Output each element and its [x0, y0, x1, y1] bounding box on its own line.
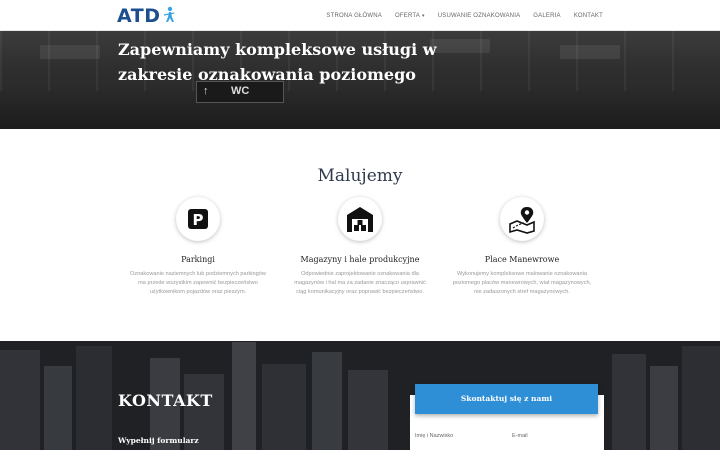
- nav-item-offer[interactable]: OFERTA ▾: [395, 13, 425, 19]
- email-field-label: E-mail: [512, 433, 528, 439]
- contact-heading: KONTAKT: [118, 391, 213, 410]
- nav-item-label: OFERTA: [395, 12, 420, 19]
- hero-ceiling-light: [430, 39, 490, 53]
- parking-icon: P: [176, 197, 220, 241]
- logo-text: ATD: [117, 5, 161, 27]
- nav-item-label: STRONA GŁÓWNA: [326, 12, 383, 19]
- hero-headline: Zapewniamy kompleksowe usługi w zakresie…: [118, 40, 437, 84]
- service-item-warehouses: Magazyny i hale produkcyjne Odpowiednie …: [290, 197, 430, 297]
- logo[interactable]: ATD: [117, 6, 176, 26]
- service-title: Place Manewrowe: [484, 255, 560, 264]
- hero-floor: [0, 91, 720, 129]
- service-item-parking: P Parkingi Oznakowanie naziemnych lub po…: [128, 197, 268, 297]
- service-title: Magazyny i hale produkcyjne: [300, 255, 420, 264]
- service-description: Odpowiednie zaprojektowanie oznakowania …: [294, 271, 426, 295]
- nav-item-label: GALERIA: [533, 12, 561, 19]
- contact-subheading: Wypełnij formularz: [118, 436, 199, 445]
- contact-us-button[interactable]: Skontaktuj się z nami: [415, 384, 598, 414]
- service-item-maneuver-yards: Place Manewrowe Wykonujemy kompleksowe m…: [452, 197, 592, 297]
- services-heading: Malujemy: [317, 166, 403, 186]
- nav-item-contact[interactable]: KONTAKT: [574, 13, 603, 19]
- nav-item-label: USUWANIE OZNAKOWANIA: [437, 12, 521, 19]
- service-title: Parkingi: [181, 255, 215, 264]
- warehouse-icon: [338, 197, 382, 241]
- hero-ceiling-light: [40, 45, 100, 59]
- contact-overlay: [0, 341, 720, 450]
- service-description: Oznakowanie naziemnych lub podziemnych p…: [130, 271, 266, 295]
- hero-banner: ↑ WC Zapewniamy kompleksowe usługi w zak…: [0, 31, 720, 129]
- service-description: Wykonujemy kompleksowe malowanie oznakow…: [452, 271, 592, 295]
- main-nav: STRONA GŁÓWNA OFERTA ▾ USUWANIE OZNAKOWAN…: [326, 0, 603, 31]
- services-section: Malujemy P Parkingi Oznakowanie naziemny…: [0, 129, 720, 341]
- map-pin-icon: [500, 197, 544, 241]
- nav-item-gallery[interactable]: GALERIA: [533, 13, 560, 19]
- nav-item-home[interactable]: STRONA GŁÓWNA: [326, 13, 382, 19]
- navbar: ATD STRONA GŁÓWNA OFERTA ▾ USUWANIE OZNAK…: [0, 0, 720, 31]
- name-field-label: Imię i Nazwisko: [415, 433, 454, 439]
- svg-text:P: P: [193, 211, 204, 229]
- nav-item-label: KONTAKT: [573, 12, 603, 19]
- hero-ceiling-light: [560, 45, 620, 59]
- nav-item-marking-removal[interactable]: USUWANIE OZNAKOWANIA: [438, 13, 521, 19]
- chevron-down-icon: ▾: [422, 12, 425, 19]
- contact-section: KONTAKT Wypełnij formularz Skontaktuj si…: [0, 341, 720, 450]
- logo-figure-icon: [164, 6, 175, 22]
